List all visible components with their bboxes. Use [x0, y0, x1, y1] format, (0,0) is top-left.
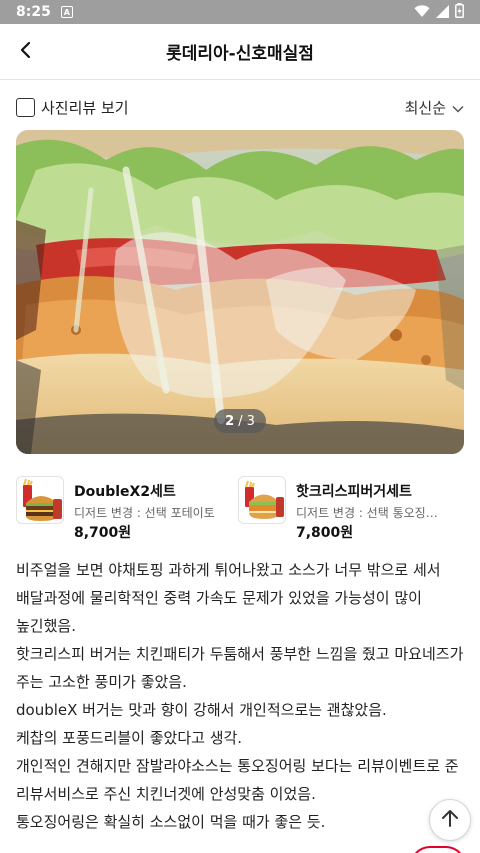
- menu-option: 디저트 변경 : 선택 통오징어링: [296, 506, 441, 520]
- menu-price: 8,700원: [74, 525, 132, 541]
- photo-counter-current: 2: [225, 413, 235, 429]
- menu-option: 디저트 변경 : 선택 포테이토: [74, 506, 215, 520]
- menu-thumbnail: [16, 476, 64, 524]
- wifi-icon: [414, 3, 430, 22]
- back-button[interactable]: [10, 36, 42, 68]
- sort-label: 최신순: [404, 98, 446, 117]
- review-paragraph: 통오징어링은 확실히 소스없이 먹을 때가 좋은 듯.: [16, 813, 326, 831]
- photo-counter-separator: /: [238, 413, 243, 429]
- ordered-menu-list: DoubleX2세트 디저트 변경 : 선택 포테이토 8,700원 핫크리스피…: [16, 476, 464, 542]
- status-time: 8:25: [16, 4, 51, 20]
- photo-review-checkbox[interactable]: [16, 97, 35, 117]
- menu-thumbnail: [238, 476, 286, 524]
- review-text: 비주얼을 보면 야채토핑 과하게 튀어나왔고 소스가 너무 밖으로 세서 배달과…: [16, 556, 466, 836]
- page-title: 롯데리아-신호매실점: [166, 44, 314, 64]
- review-paragraph: 비주얼을 보면 야채토핑 과하게 튀어나왔고 소스가 너무 밖으로 세서 배달과…: [16, 561, 441, 635]
- app-header: 롯데리아-신호매실점: [0, 24, 480, 80]
- photo-counter: 2 / 3: [214, 409, 266, 433]
- menu-name: 핫크리스피버거세트: [296, 484, 412, 500]
- menu-name: DoubleX2세트: [74, 484, 176, 500]
- arrow-up-icon: [440, 808, 460, 832]
- app-notification-icon: A: [60, 6, 73, 18]
- photo-counter-total: 3: [246, 413, 255, 429]
- bottom-floating-button-edge[interactable]: [410, 846, 466, 853]
- photo-review-label: 사진리뷰 보기: [41, 98, 129, 117]
- chevron-down-icon: [452, 98, 464, 117]
- review-paragraph: doubleX 버거는 맛과 향이 강해서 개인적으로는 괜찮았음.: [16, 701, 387, 719]
- signal-icon: [436, 3, 449, 22]
- review-paragraph: 개인적인 견해지만 잠발라야소스는 통오징어링 보다는 리뷰이벤트로 준 리뷰서…: [16, 757, 459, 803]
- status-icons: [414, 2, 464, 22]
- filter-row: 사진리뷰 보기 최신순: [16, 92, 464, 122]
- photo-review-filter[interactable]: 사진리뷰 보기: [16, 97, 129, 118]
- sort-dropdown[interactable]: 최신순: [405, 97, 464, 118]
- status-bar: 8:25 A: [0, 0, 480, 24]
- review-paragraph: 핫크리스피 버거는 치킨패티가 두툼해서 풍부한 느낌을 줬고 마요네즈가 주는…: [16, 645, 464, 691]
- battery-icon: [455, 2, 464, 22]
- menu-item[interactable]: DoubleX2세트 디저트 변경 : 선택 포테이토 8,700원: [16, 476, 231, 542]
- menu-price: 7,800원: [296, 525, 354, 541]
- review-paragraph: 케찹의 포풍드리블이 좋았다고 생각.: [16, 729, 243, 747]
- review-photo: [16, 130, 464, 454]
- back-arrow-icon: [17, 41, 35, 63]
- scroll-to-top-button[interactable]: [429, 799, 471, 841]
- menu-item[interactable]: 핫크리스피버거세트 디저트 변경 : 선택 통오징어링 7,800원: [238, 476, 453, 542]
- review-photo-carousel[interactable]: 2 / 3: [16, 130, 464, 454]
